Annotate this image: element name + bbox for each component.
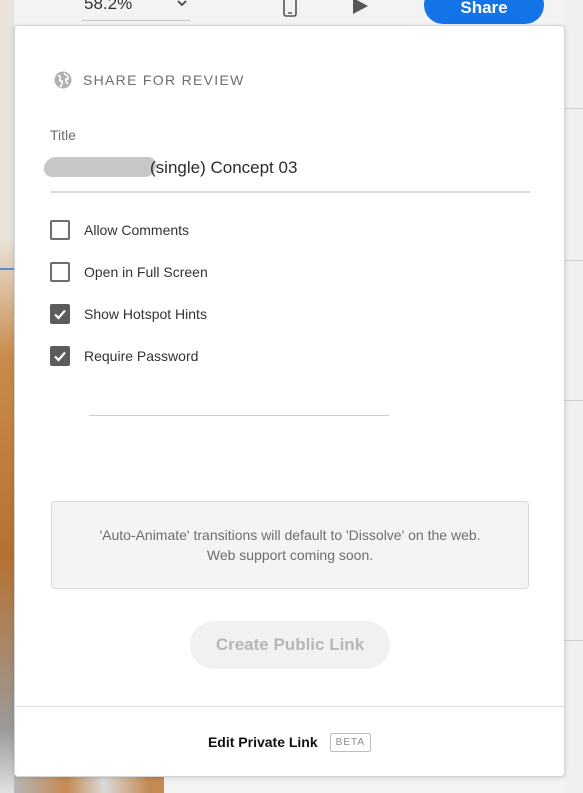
- checkmark-icon: [54, 309, 66, 320]
- checkmark-icon: [54, 351, 66, 362]
- share-button[interactable]: Share: [424, 0, 544, 24]
- chevron-down-icon[interactable]: [176, 0, 188, 8]
- show-hotspot-hints-checkbox[interactable]: [50, 304, 70, 324]
- title-input[interactable]: (single) Concept 03: [42, 155, 530, 193]
- option-require-password[interactable]: Require Password: [50, 346, 198, 366]
- zoom-underline: [82, 20, 190, 21]
- panel-header: SHARE FOR REVIEW: [53, 70, 245, 90]
- beta-badge: BETA: [329, 732, 372, 752]
- right-panel-edge: [565, 0, 583, 793]
- create-public-link-button[interactable]: Create Public Link: [190, 621, 390, 669]
- option-label: Open in Full Screen: [84, 264, 208, 280]
- option-show-hotspot-hints[interactable]: Show Hotspot Hints: [50, 304, 207, 324]
- auto-animate-notice: 'Auto-Animate' transitions will default …: [51, 501, 529, 589]
- panel-footer: Edit Private Link BETA: [15, 706, 564, 777]
- option-label: Show Hotspot Hints: [84, 306, 207, 322]
- share-panel: SHARE FOR REVIEW Title (single) Concept …: [14, 25, 565, 777]
- open-full-screen-checkbox[interactable]: [50, 262, 70, 282]
- canvas-artboard-bottom: [14, 775, 164, 793]
- toolbar: 58.2% Share: [0, 0, 583, 24]
- redacted-text: [42, 157, 158, 177]
- notice-text: 'Auto-Animate' transitions will default …: [99, 527, 481, 563]
- option-open-full-screen[interactable]: Open in Full Screen: [50, 262, 208, 282]
- require-password-checkbox[interactable]: [50, 346, 70, 366]
- option-allow-comments[interactable]: Allow Comments: [50, 220, 189, 240]
- title-label: Title: [50, 127, 76, 143]
- option-label: Require Password: [84, 348, 199, 364]
- panel-title: SHARE FOR REVIEW: [83, 72, 245, 88]
- option-label: Allow Comments: [84, 222, 190, 238]
- password-input[interactable]: [89, 415, 389, 416]
- globe-icon: [53, 70, 73, 90]
- allow-comments-checkbox[interactable]: [50, 220, 70, 240]
- canvas-artboard-edge: [0, 0, 14, 793]
- edit-private-link[interactable]: Edit Private Link: [208, 734, 318, 750]
- play-icon[interactable]: [350, 0, 370, 16]
- title-value: (single) Concept 03: [150, 158, 298, 177]
- zoom-value[interactable]: 58.2%: [84, 0, 132, 14]
- phone-icon[interactable]: [282, 0, 298, 18]
